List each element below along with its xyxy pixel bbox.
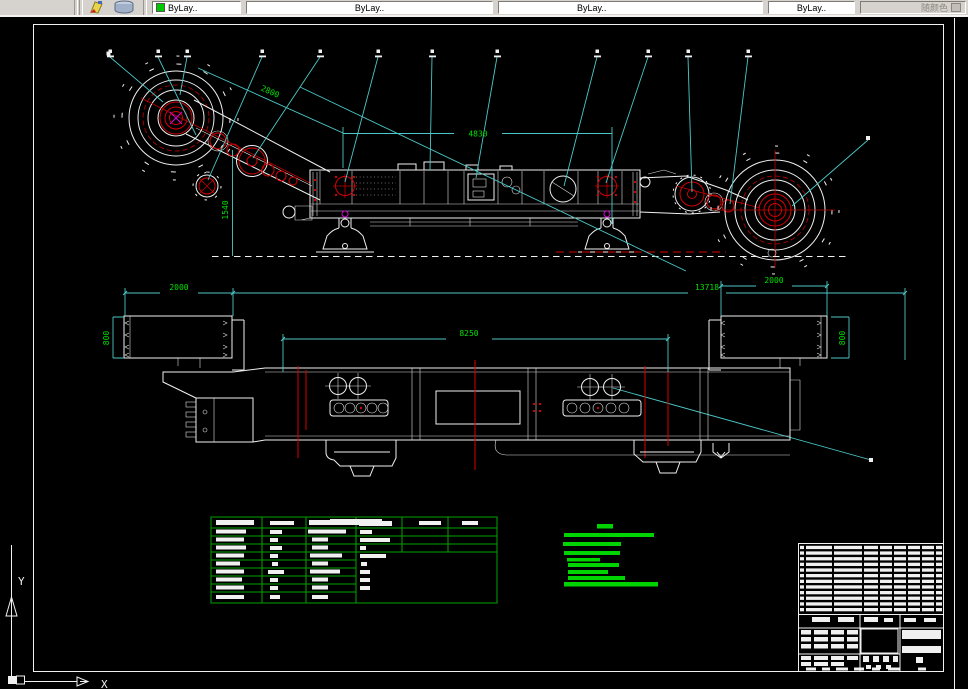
- left-skid-bracket: [282, 205, 313, 221]
- plan-shoes: [325, 379, 801, 477]
- drawing-title-cell: [860, 628, 899, 654]
- drawing-number-bars: [902, 630, 941, 653]
- plan-view: 2000 13718 2000 8250 800 800: [102, 276, 908, 477]
- body-flanges: [312, 172, 638, 216]
- dim-line-2000-right: [718, 281, 830, 316]
- dim-text-1540: 1540: [221, 200, 230, 219]
- cowl-left: [123, 315, 245, 371]
- ucs-origin: [8, 676, 16, 684]
- dim-text-800-left: 800: [102, 331, 111, 346]
- drawing-canvas[interactable]: 2800 4830 1540 2000 13718 2000 8250 800 …: [0, 0, 968, 689]
- dim-line-13718: [124, 288, 906, 360]
- note-bar: [563, 542, 621, 546]
- balloon-markers: [107, 49, 752, 58]
- dim-line-800-left: [112, 316, 124, 359]
- perforated-panel: [356, 176, 396, 196]
- spec-table: [210, 516, 498, 604]
- body-hub-right: [595, 174, 619, 198]
- left-cutting-drum: [113, 55, 311, 184]
- note-bar: [564, 582, 658, 587]
- underframe-rails: [370, 218, 578, 227]
- balloon-leaders: [109, 56, 872, 461]
- support-jack-right: [578, 210, 636, 253]
- section-lines: [297, 366, 669, 458]
- motor-block: [195, 397, 254, 443]
- ranging-arm-right: [639, 169, 761, 215]
- ucs-x-label: X: [101, 678, 108, 689]
- hole-strip-right: [562, 399, 642, 417]
- note-bar: [568, 563, 619, 567]
- note-bar: [564, 551, 620, 555]
- notes-block: [563, 524, 658, 587]
- hatch-ticks: [124, 320, 130, 358]
- panel-joints: [411, 368, 709, 440]
- support-jack-left: [316, 210, 374, 253]
- note-bar: [567, 558, 600, 562]
- parts-list-column-gaps: [804, 545, 936, 612]
- title-block-label-row: [812, 617, 936, 622]
- spec-table-text-blobs: [216, 519, 478, 599]
- title-block: [798, 543, 944, 672]
- dim-text-13718: 13718: [695, 283, 719, 292]
- right-cutting-drum: [710, 145, 840, 275]
- hole-strip-left: [329, 399, 389, 417]
- cowl-right: [708, 315, 828, 371]
- ucs-y-label: Y: [18, 575, 25, 588]
- dim-text-8250: 8250: [459, 329, 478, 338]
- note-bar: [597, 524, 613, 529]
- dim-text-800-right: 800: [838, 331, 847, 346]
- ucs-x-arrow: [76, 676, 90, 687]
- dim-text-2000-left: 2000: [169, 283, 188, 292]
- title-block-left-grid: [801, 630, 858, 666]
- side-elevation-view: [113, 55, 848, 275]
- plan-body: [162, 360, 801, 477]
- dim-line-4830: [342, 127, 613, 224]
- ucs-icon: Y X: [5, 545, 108, 689]
- body-hub-left: [333, 174, 357, 198]
- dim-text-4830: 4830: [468, 130, 487, 139]
- note-bar: [568, 576, 625, 580]
- machine-body: [309, 161, 641, 227]
- dim-text-2000-right: 2000: [764, 276, 783, 285]
- side-view-dimensions: 2800 4830 1540: [197, 67, 613, 256]
- gear-train-left: [209, 132, 298, 186]
- body-panel-lines: [319, 171, 623, 204]
- cad-application-window: ByLay.. ByLay.. ByLay.. ByLay.. 随颜色 2800…: [0, 0, 968, 689]
- body-top-vents: [397, 161, 513, 170]
- note-bar: [568, 570, 608, 574]
- gearbox-cover: [435, 390, 521, 425]
- small-gear-wheel: [192, 171, 222, 201]
- note-bar: [564, 533, 654, 537]
